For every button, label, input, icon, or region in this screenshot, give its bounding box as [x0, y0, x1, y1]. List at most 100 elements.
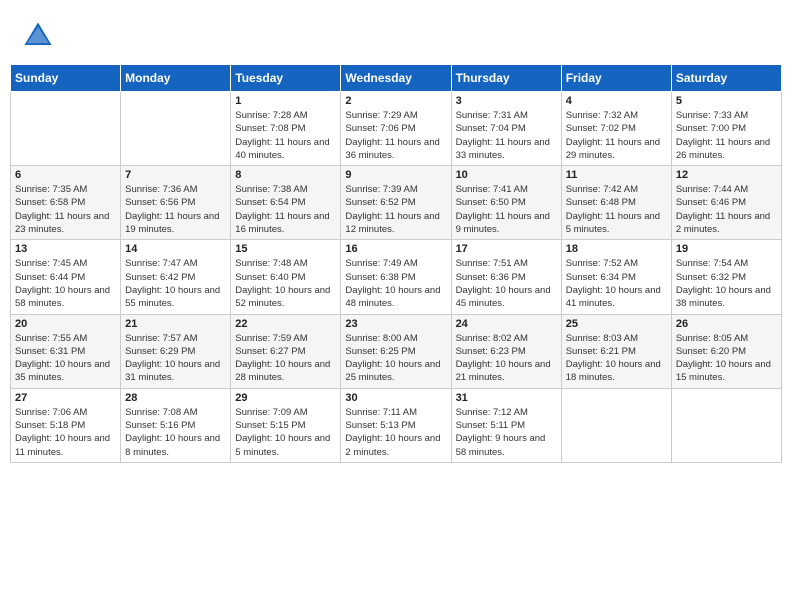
day-number: 16 — [345, 243, 446, 255]
calendar-week-row: 20Sunrise: 7:55 AM Sunset: 6:31 PM Dayli… — [11, 314, 782, 388]
day-number: 31 — [456, 392, 557, 404]
calendar-cell: 27 Sunrise: 7:06 AM Sunset: 5:18 PM Dayli… — [11, 388, 121, 462]
day-number: 23 — [345, 318, 446, 330]
calendar-cell: 30 Sunrise: 7:11 AM Sunset: 5:13 PM Dayli… — [341, 388, 451, 462]
calendar-cell: 29Sunrise: 7:09 AM Sunset: 5:15 PM Dayli… — [231, 388, 341, 462]
calendar-cell: 8 Sunrise: 7:38 AM Sunset: 6:54 PM Daylig… — [231, 166, 341, 240]
calendar-cell: 2 Sunrise: 7:29 AM Sunset: 7:06 PM Daylig… — [341, 92, 451, 166]
day-number: 17 — [456, 243, 557, 255]
day-number: 25 — [566, 318, 667, 330]
calendar-header-row: SundayMondayTuesdayWednesdayThursdayFrid… — [11, 65, 782, 92]
day-number: 5 — [676, 95, 777, 107]
day-number: 3 — [456, 95, 557, 107]
page-header — [10, 10, 782, 58]
calendar-cell: 23 Sunrise: 8:00 AM Sunset: 6:25 PM Dayli… — [341, 314, 451, 388]
day-number: 8 — [235, 169, 336, 181]
day-number: 22 — [235, 318, 336, 330]
calendar-week-row: 13 Sunrise: 7:45 AM Sunset: 6:44 PM Dayli… — [11, 240, 782, 314]
calendar-cell — [121, 92, 231, 166]
calendar-cell: 18 Sunrise: 7:52 AM Sunset: 6:34 PM Dayli… — [561, 240, 671, 314]
day-info: Sunrise: 7:54 AM Sunset: 6:32 PM Dayligh… — [676, 257, 777, 310]
day-number: 14 — [125, 243, 226, 255]
day-info: Sunrise: 7:44 AM Sunset: 6:46 PM Dayligh… — [676, 183, 777, 236]
calendar-cell: 9 Sunrise: 7:39 AM Sunset: 6:52 PM Daylig… — [341, 166, 451, 240]
day-number: 13 — [15, 243, 116, 255]
day-info: Sunrise: 7:31 AM Sunset: 7:04 PM Dayligh… — [456, 109, 557, 162]
calendar-cell: 14 Sunrise: 7:47 AM Sunset: 6:42 PM Dayli… — [121, 240, 231, 314]
day-info: Sunrise: 7:08 AM Sunset: 5:16 PM Dayligh… — [125, 406, 226, 459]
day-info: Sunrise: 7:47 AM Sunset: 6:42 PM Dayligh… — [125, 257, 226, 310]
logo — [20, 18, 58, 54]
day-info: Sunrise: 7:06 AM Sunset: 5:18 PM Dayligh… — [15, 406, 116, 459]
calendar-cell: 28 Sunrise: 7:08 AM Sunset: 5:16 PM Dayli… — [121, 388, 231, 462]
day-info: Sunrise: 7:09 AM Sunset: 5:15 PM Dayligh… — [235, 406, 336, 459]
day-number: 9 — [345, 169, 446, 181]
day-info: Sunrise: 7:55 AM Sunset: 6:31 PM Dayligh… — [15, 332, 116, 385]
day-header-saturday: Saturday — [671, 65, 781, 92]
day-info: Sunrise: 7:35 AM Sunset: 6:58 PM Dayligh… — [15, 183, 116, 236]
day-info: Sunrise: 7:39 AM Sunset: 6:52 PM Dayligh… — [345, 183, 446, 236]
day-info: Sunrise: 8:03 AM Sunset: 6:21 PM Dayligh… — [566, 332, 667, 385]
day-info: Sunrise: 8:05 AM Sunset: 6:20 PM Dayligh… — [676, 332, 777, 385]
day-info: Sunrise: 7:36 AM Sunset: 6:56 PM Dayligh… — [125, 183, 226, 236]
calendar-cell: 12 Sunrise: 7:44 AM Sunset: 6:46 PM Dayli… — [671, 166, 781, 240]
day-info: Sunrise: 7:38 AM Sunset: 6:54 PM Dayligh… — [235, 183, 336, 236]
day-number: 1 — [235, 95, 336, 107]
day-info: Sunrise: 7:32 AM Sunset: 7:02 PM Dayligh… — [566, 109, 667, 162]
calendar-cell: 11 Sunrise: 7:42 AM Sunset: 6:48 PM Dayli… — [561, 166, 671, 240]
day-number: 10 — [456, 169, 557, 181]
day-number: 18 — [566, 243, 667, 255]
calendar-cell: 22 Sunrise: 7:59 AM Sunset: 6:27 PM Dayli… — [231, 314, 341, 388]
day-number: 4 — [566, 95, 667, 107]
calendar-cell — [11, 92, 121, 166]
calendar-table: SundayMondayTuesdayWednesdayThursdayFrid… — [10, 64, 782, 463]
day-info: Sunrise: 7:59 AM Sunset: 6:27 PM Dayligh… — [235, 332, 336, 385]
day-number: 27 — [15, 392, 116, 404]
day-number: 28 — [125, 392, 226, 404]
day-info: Sunrise: 7:42 AM Sunset: 6:48 PM Dayligh… — [566, 183, 667, 236]
calendar-cell — [671, 388, 781, 462]
calendar-week-row: 27 Sunrise: 7:06 AM Sunset: 5:18 PM Dayli… — [11, 388, 782, 462]
day-info: Sunrise: 8:02 AM Sunset: 6:23 PM Dayligh… — [456, 332, 557, 385]
day-number: 24 — [456, 318, 557, 330]
calendar-cell: 13 Sunrise: 7:45 AM Sunset: 6:44 PM Dayli… — [11, 240, 121, 314]
calendar-cell: 3 Sunrise: 7:31 AM Sunset: 7:04 PM Daylig… — [451, 92, 561, 166]
day-info: Sunrise: 7:45 AM Sunset: 6:44 PM Dayligh… — [15, 257, 116, 310]
day-number: 30 — [345, 392, 446, 404]
day-info: Sunrise: 7:49 AM Sunset: 6:38 PM Dayligh… — [345, 257, 446, 310]
day-number: 21 — [125, 318, 226, 330]
calendar-cell: 1Sunrise: 7:28 AM Sunset: 7:08 PM Daylig… — [231, 92, 341, 166]
day-info: Sunrise: 7:11 AM Sunset: 5:13 PM Dayligh… — [345, 406, 446, 459]
day-header-friday: Friday — [561, 65, 671, 92]
day-header-tuesday: Tuesday — [231, 65, 341, 92]
day-info: Sunrise: 7:52 AM Sunset: 6:34 PM Dayligh… — [566, 257, 667, 310]
calendar-cell: 16 Sunrise: 7:49 AM Sunset: 6:38 PM Dayli… — [341, 240, 451, 314]
day-info: Sunrise: 7:48 AM Sunset: 6:40 PM Dayligh… — [235, 257, 336, 310]
day-header-wednesday: Wednesday — [341, 65, 451, 92]
calendar-cell: 26 Sunrise: 8:05 AM Sunset: 6:20 PM Dayli… — [671, 314, 781, 388]
calendar-cell: 10Sunrise: 7:41 AM Sunset: 6:50 PM Dayli… — [451, 166, 561, 240]
calendar-week-row: 1Sunrise: 7:28 AM Sunset: 7:08 PM Daylig… — [11, 92, 782, 166]
day-number: 26 — [676, 318, 777, 330]
day-number: 2 — [345, 95, 446, 107]
calendar-cell: 15 Sunrise: 7:48 AM Sunset: 6:40 PM Dayli… — [231, 240, 341, 314]
day-number: 11 — [566, 169, 667, 181]
day-info: Sunrise: 8:00 AM Sunset: 6:25 PM Dayligh… — [345, 332, 446, 385]
day-number: 6 — [15, 169, 116, 181]
day-header-thursday: Thursday — [451, 65, 561, 92]
day-number: 12 — [676, 169, 777, 181]
calendar-cell: 19 Sunrise: 7:54 AM Sunset: 6:32 PM Dayli… — [671, 240, 781, 314]
day-info: Sunrise: 7:33 AM Sunset: 7:00 PM Dayligh… — [676, 109, 777, 162]
day-number: 7 — [125, 169, 226, 181]
day-info: Sunrise: 7:29 AM Sunset: 7:06 PM Dayligh… — [345, 109, 446, 162]
calendar-week-row: 6 Sunrise: 7:35 AM Sunset: 6:58 PM Daylig… — [11, 166, 782, 240]
calendar-cell: 17Sunrise: 7:51 AM Sunset: 6:36 PM Dayli… — [451, 240, 561, 314]
day-number: 19 — [676, 243, 777, 255]
calendar-cell: 20Sunrise: 7:55 AM Sunset: 6:31 PM Dayli… — [11, 314, 121, 388]
day-number: 15 — [235, 243, 336, 255]
day-info: Sunrise: 7:12 AM Sunset: 5:11 PM Dayligh… — [456, 406, 557, 459]
calendar-cell: 24 Sunrise: 8:02 AM Sunset: 6:23 PM Dayli… — [451, 314, 561, 388]
calendar-cell: 6 Sunrise: 7:35 AM Sunset: 6:58 PM Daylig… — [11, 166, 121, 240]
calendar-cell: 7 Sunrise: 7:36 AM Sunset: 6:56 PM Daylig… — [121, 166, 231, 240]
calendar-cell — [561, 388, 671, 462]
